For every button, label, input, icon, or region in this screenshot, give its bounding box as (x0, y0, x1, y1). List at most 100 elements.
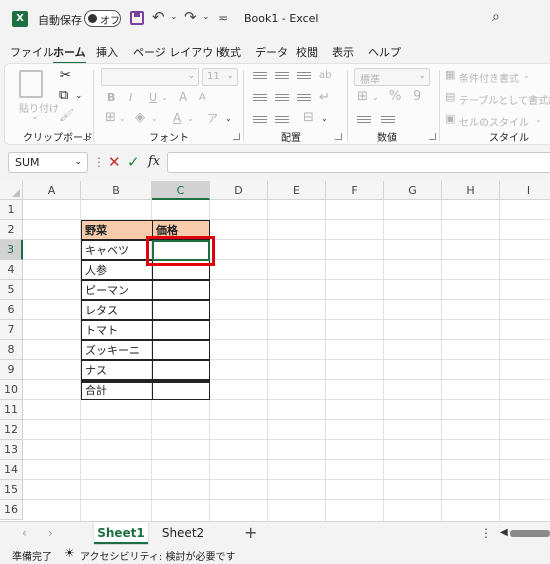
cell-styles-dropdown-icon[interactable]: ⌄ (535, 115, 542, 124)
fill-color-icon[interactable]: ◈ (135, 110, 145, 125)
column-header-c[interactable]: C (152, 181, 210, 200)
align-bottom-icon[interactable] (297, 72, 311, 83)
column-header-h[interactable]: H (442, 181, 500, 200)
cell-c7-price[interactable] (152, 320, 210, 340)
align-top-icon[interactable] (253, 72, 267, 83)
undo-icon[interactable]: ↶ (152, 8, 165, 26)
redo-icon[interactable]: ↷ (184, 8, 197, 26)
font-color-icon[interactable]: A (173, 111, 181, 125)
tab-review[interactable]: 校閲 (296, 44, 318, 60)
grow-font-button[interactable]: A (179, 90, 187, 104)
conditional-formatting-icon[interactable]: ▦ (445, 68, 455, 81)
cell-c10-total[interactable] (152, 380, 210, 400)
cell-c9-price[interactable] (152, 360, 210, 380)
number-format-dropdown-icon[interactable]: ⌄ (418, 71, 426, 81)
row-header-13[interactable]: 13 (0, 440, 23, 460)
scroll-left-icon[interactable]: ◀ (500, 527, 508, 538)
cell-b2-header-item[interactable]: 野菜 (81, 220, 153, 240)
increase-indent-icon[interactable] (275, 116, 289, 127)
cell-b5-item[interactable]: ピーマン (81, 280, 153, 300)
conditional-formatting-button[interactable]: 条件付き書式 (459, 70, 519, 85)
formula-input[interactable] (167, 152, 550, 173)
cell-styles-icon[interactable]: ▣ (445, 112, 455, 125)
comma-style-button[interactable]: 9 (413, 89, 421, 104)
number-format-combo[interactable]: 標準 ⌄ (354, 68, 430, 86)
tab-data[interactable]: データ (255, 44, 288, 60)
font-name-combo[interactable]: ⌄ (101, 68, 199, 86)
confirm-entry-icon[interactable]: ✓ (127, 153, 140, 171)
column-header-i[interactable]: I (500, 181, 550, 200)
insert-function-icon[interactable]: fx (148, 154, 160, 169)
cell-b8-item[interactable]: ズッキーニ (81, 340, 153, 360)
sheet-tab-sheet1[interactable]: Sheet1 (94, 522, 148, 544)
cut-icon[interactable]: ✂ (60, 68, 71, 83)
font-size-dropdown-icon[interactable]: ⌄ (226, 71, 234, 81)
sheet-options-icon[interactable]: ⋮ (480, 526, 492, 540)
decrease-indent-icon[interactable] (253, 116, 267, 127)
increase-decimal-icon[interactable] (357, 116, 371, 127)
cell-b3-item[interactable]: キャベツ (81, 240, 153, 260)
orientation-icon[interactable]: ab (319, 70, 331, 81)
cell-styles-button[interactable]: セルのスタイル (459, 114, 529, 129)
tab-help[interactable]: ヘルプ (368, 44, 401, 60)
font-size-combo[interactable]: 11 ⌄ (202, 68, 238, 86)
row-header-12[interactable]: 12 (0, 420, 23, 440)
column-header-e[interactable]: E (268, 181, 326, 200)
accessibility-status[interactable]: アクセシビリティ: 検討が必要です (80, 548, 235, 563)
underline-button[interactable]: U (149, 91, 157, 104)
currency-dropdown-icon[interactable]: ⌄ (372, 93, 379, 102)
row-header-1[interactable]: 1 (0, 200, 23, 220)
clipboard-dialog-launcher-icon[interactable] (83, 133, 90, 140)
row-header-10[interactable]: 10 (0, 380, 23, 400)
name-box-dropdown-icon[interactable]: ⌄ (74, 157, 82, 167)
cell-b6-item[interactable]: レタス (81, 300, 153, 320)
cell-c5-price[interactable] (152, 280, 210, 300)
horizontal-scrollbar[interactable] (510, 530, 550, 537)
row-header-4[interactable]: 4 (0, 260, 23, 280)
align-right-icon[interactable] (297, 94, 311, 105)
paste-button[interactable]: 貼り付け (19, 100, 59, 115)
row-header-9[interactable]: 9 (0, 360, 23, 380)
column-header-b[interactable]: B (81, 181, 152, 200)
sheet-tab-sheet2[interactable]: Sheet2 (156, 522, 210, 544)
cell-b9-item[interactable]: ナス (81, 360, 153, 380)
number-dialog-launcher-icon[interactable] (429, 133, 436, 140)
tab-view[interactable]: 表示 (332, 44, 354, 60)
select-all-button[interactable] (0, 181, 23, 200)
tab-file[interactable]: ファイル (10, 44, 54, 60)
merge-dropdown-icon[interactable]: ⌄ (321, 114, 328, 123)
underline-dropdown-icon[interactable]: ⌄ (161, 93, 168, 102)
font-name-dropdown-icon[interactable]: ⌄ (187, 71, 195, 81)
row-header-15[interactable]: 15 (0, 480, 23, 500)
next-sheet-icon[interactable]: › (48, 526, 53, 540)
add-sheet-icon[interactable]: + (244, 523, 257, 542)
currency-format-icon[interactable]: ⊞ (357, 89, 368, 104)
conditional-formatting-dropdown-icon[interactable]: ⌄ (523, 71, 530, 80)
decrease-decimal-icon[interactable] (381, 116, 395, 127)
prev-sheet-icon[interactable]: ‹ (22, 526, 27, 540)
row-header-6[interactable]: 6 (0, 300, 23, 320)
phonetic-dropdown-icon[interactable]: ⌄ (225, 114, 232, 123)
paste-icon[interactable] (19, 70, 43, 98)
column-header-f[interactable]: F (326, 181, 384, 200)
copy-icon[interactable]: ⧉ (59, 88, 68, 103)
more-options-icon[interactable]: ⋮ (93, 155, 105, 169)
merge-center-icon[interactable]: ⊟ (303, 110, 314, 125)
row-header-11[interactable]: 11 (0, 400, 23, 420)
tab-formulas[interactable]: 数式 (219, 44, 241, 60)
align-middle-icon[interactable] (275, 72, 289, 83)
shrink-font-button[interactable]: A (199, 92, 206, 103)
borders-icon[interactable]: ⊞ (105, 110, 116, 125)
autosave-toggle[interactable]: オフ (84, 10, 121, 27)
bold-button[interactable]: B (107, 91, 115, 104)
cell-b7-item[interactable]: トマト (81, 320, 153, 340)
format-as-table-icon[interactable]: ▤ (445, 90, 455, 103)
customize-qat-icon[interactable]: ≂ (218, 11, 228, 25)
cell-c6-price[interactable] (152, 300, 210, 320)
column-header-a[interactable]: A (23, 181, 81, 200)
fill-color-dropdown-icon[interactable]: ⌄ (151, 114, 158, 123)
phonetic-guide-icon[interactable]: ア (207, 110, 218, 126)
wrap-text-icon[interactable]: ↵ (319, 90, 330, 105)
cell-c8-price[interactable] (152, 340, 210, 360)
redo-dropdown-icon[interactable]: ⌄ (202, 12, 210, 22)
